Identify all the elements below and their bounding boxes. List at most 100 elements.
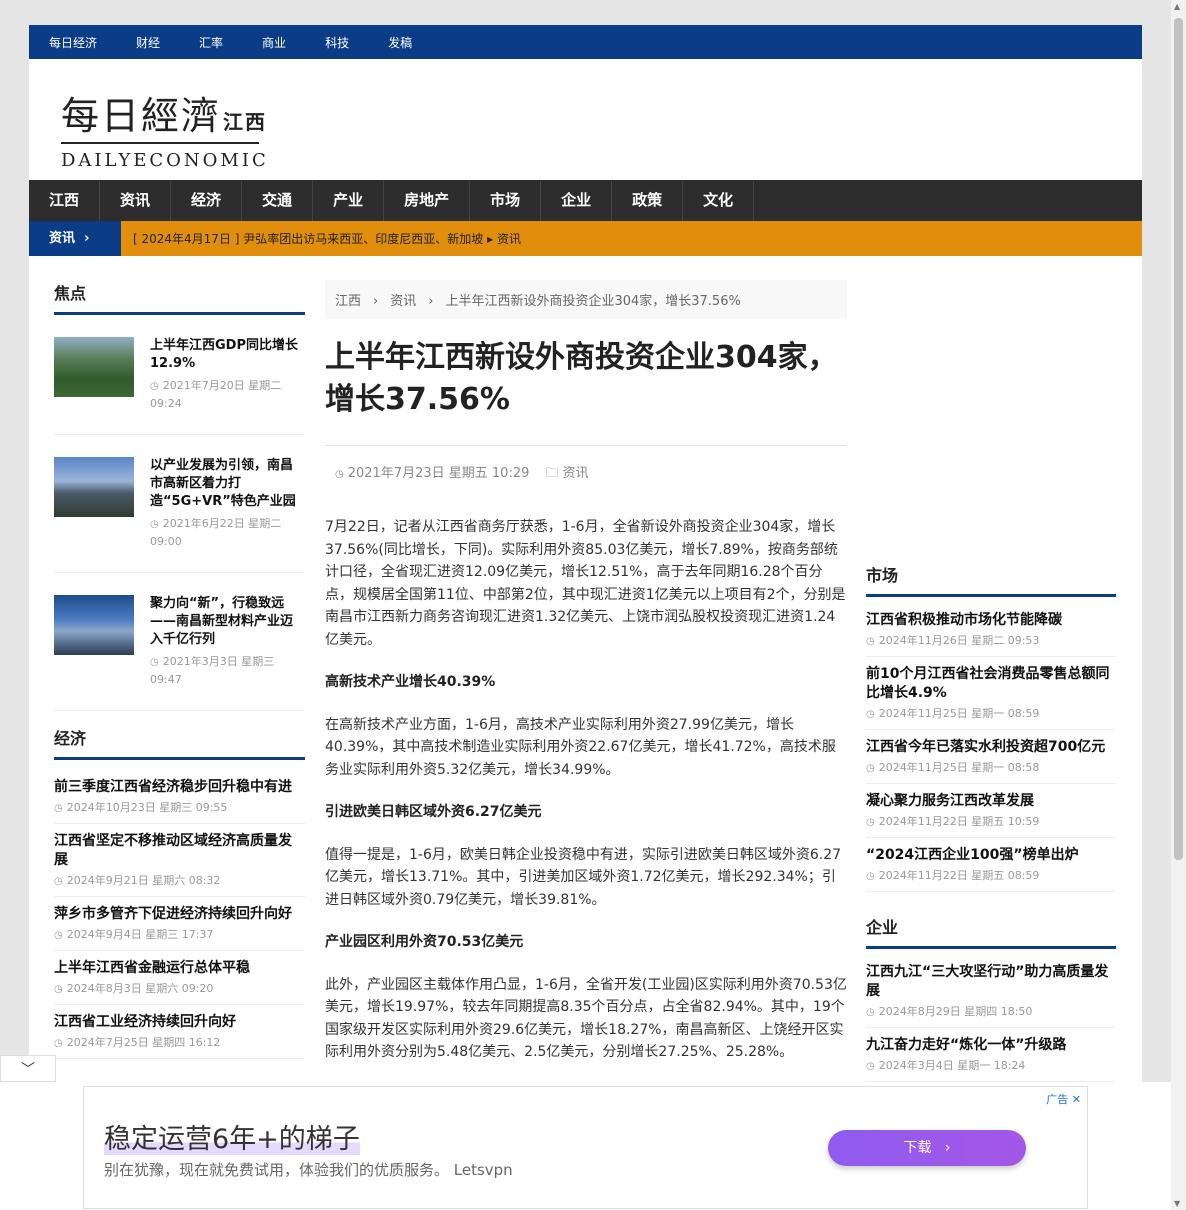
- ad-headline-text[interactable]: 稳定运营6年+的梯子: [104, 1124, 360, 1155]
- top-link-tech[interactable]: 科技: [325, 34, 349, 51]
- focus-meta: ◷ 2021年6月22日 星期二 09:00: [150, 515, 305, 550]
- list-item-time: 2024年11月26日 星期二 09:53: [878, 634, 1040, 647]
- list-item-title[interactable]: 江西省积极推动市场化节能降碳: [866, 611, 1116, 630]
- list-item-title[interactable]: 江西省坚定不移推动区域经济高质量发展: [54, 832, 305, 870]
- ad-subtext[interactable]: 别在犹豫，现在就免费试用，体验我们的优质服务。 Letsvpn: [104, 1159, 513, 1180]
- ticker-label: 资讯 ›: [29, 221, 121, 256]
- list-item[interactable]: 江西省工业经济持续回升向好 ◷ 2024年7月25日 星期四 16:12: [54, 1005, 305, 1059]
- logo-english: DAILYECONOMIC: [61, 150, 269, 171]
- list-item-meta: ◷ 2024年11月22日 星期五 10:59: [866, 813, 1116, 831]
- scroll-down-icon[interactable]: ▼: [1174, 1199, 1180, 1208]
- folder-icon: 🗀: [545, 466, 559, 481]
- page-scrollbar[interactable]: ▲ ▼: [1171, 0, 1186, 1210]
- list-item[interactable]: “2024江西企业100强”榜单出炉 ◷ 2024年11月22日 星期五 08:59: [866, 838, 1116, 892]
- list-item-title[interactable]: “2024江西企业100强”榜单出炉: [866, 846, 1116, 865]
- nav-jiangxi[interactable]: 江西: [29, 180, 101, 221]
- list-item-meta: ◷ 2024年9月21日 星期六 08:32: [54, 872, 305, 890]
- list-item-meta: ◷ 2024年11月26日 星期二 09:53: [866, 632, 1116, 650]
- right-sidebar: 市场 江西省积极推动市场化节能降碳 ◷ 2024年11月26日 星期二 09:53 …: [866, 562, 1116, 1082]
- nav-enterprise[interactable]: 企业: [541, 180, 613, 221]
- focus-title[interactable]: 以产业发展为引领，南昌市高新区着力打造“5G+VR”特色产业园: [150, 457, 305, 511]
- list-item[interactable]: 前三季度江西省经济稳步回升稳中有进 ◷ 2024年10月23日 星期三 09:55: [54, 770, 305, 824]
- list-item-time: 2024年7月25日 星期四 16:12: [66, 1036, 221, 1049]
- top-link-finance[interactable]: 财经: [136, 34, 160, 51]
- list-item-title[interactable]: 前三季度江西省经济稳步回升稳中有进: [54, 778, 305, 797]
- top-link-exchange[interactable]: 汇率: [199, 34, 223, 51]
- list-item[interactable]: 上半年江西省金融运行总体平稳 ◷ 2024年8月3日 星期六 09:20: [54, 951, 305, 1005]
- top-link-submit[interactable]: 发稿: [388, 34, 412, 51]
- focus-thumbnail[interactable]: [54, 457, 134, 517]
- ticker-text[interactable]: [ 2024年4月17日 ] 尹弘率团出访马来西亚、印度尼西亚、新加坡 ▸ 资讯: [121, 230, 521, 247]
- nav-traffic[interactable]: 交通: [242, 180, 314, 221]
- ticker-headline[interactable]: [ 2024年4月17日 ] 尹弘率团出访马来西亚、印度尼西亚、新加坡: [133, 232, 483, 246]
- list-item-title[interactable]: 前10个月江西省社会消费品零售总额同比增长4.9%: [866, 665, 1116, 703]
- list-item-title[interactable]: 江西省今年已落实水利投资超700亿元: [866, 738, 1116, 757]
- clock-icon: ◷: [866, 709, 875, 720]
- list-item[interactable]: 江西省今年已落实水利投资超700亿元 ◷ 2024年11月25日 星期一 08:58: [866, 730, 1116, 784]
- chevron-right-icon: ›: [944, 1140, 951, 1156]
- list-item[interactable]: 江西省积极推动市场化节能降碳 ◷ 2024年11月26日 星期二 09:53: [866, 603, 1116, 657]
- clock-icon: ◷: [866, 763, 875, 774]
- list-item[interactable]: 九江奋力走好“炼化一体”升级路 ◷ 2024年3月4日 星期一 18:24: [866, 1028, 1116, 1082]
- ad-box[interactable]: 广告 ✕ 稳定运营6年+的梯子 别在犹豫，现在就免费试用，体验我们的优质服务。 …: [83, 1086, 1088, 1209]
- breadcrumb-jiangxi[interactable]: 江西: [335, 294, 361, 309]
- nav-industry[interactable]: 产业: [313, 180, 385, 221]
- list-item[interactable]: 江西省坚定不移推动区域经济高质量发展 ◷ 2024年9月21日 星期六 08:32: [54, 824, 305, 897]
- list-item-title[interactable]: 九江奋力走好“炼化一体”升级路: [866, 1036, 1116, 1055]
- focus-item[interactable]: 以产业发展为引领，南昌市高新区着力打造“5G+VR”特色产业园 ◷ 2021年6月…: [54, 435, 305, 573]
- nav-news[interactable]: 资讯: [100, 180, 172, 221]
- close-icon[interactable]: ✕: [1072, 1093, 1081, 1106]
- list-item-title[interactable]: 萍乡市多管齐下促进经济持续回升向好: [54, 905, 305, 924]
- list-item-title[interactable]: 江西省工业经济持续回升向好: [54, 1013, 305, 1032]
- focus-time: 2021年7月20日 星期二 09:24: [150, 379, 282, 410]
- breadcrumb-news[interactable]: 资讯: [390, 294, 416, 309]
- list-item-meta: ◷ 2024年8月29日 星期四 18:50: [866, 1003, 1116, 1021]
- list-item-title[interactable]: 凝心聚力服务江西改革发展: [866, 792, 1116, 811]
- clock-icon: ◷: [54, 1038, 63, 1049]
- focus-title[interactable]: 聚力向“新”，行稳致远——南昌新型材料产业迈入千亿行列: [150, 595, 305, 649]
- scrollbar-thumb[interactable]: [1174, 18, 1183, 860]
- breadcrumb: 江西 › 资讯 › 上半年江西新设外商投资企业304家，增长37.56%: [325, 280, 847, 319]
- ad-download-button[interactable]: 下载 ›: [828, 1130, 1026, 1166]
- ad-collapse-button[interactable]: ﹀: [0, 1055, 56, 1082]
- focus-thumbnail[interactable]: [54, 337, 134, 397]
- chevron-right-icon: ›: [373, 294, 379, 309]
- focus-item[interactable]: 上半年江西GDP同比增长12.9% ◷ 2021年7月20日 星期二 09:24: [54, 315, 305, 435]
- list-item-title[interactable]: 江西九江“三大攻坚行动”助力高质量发展: [866, 963, 1116, 1001]
- list-item-meta: ◷ 2024年11月25日 星期一 08:59: [866, 705, 1116, 723]
- nav-culture[interactable]: 文化: [683, 180, 755, 221]
- list-item-meta: ◷ 2024年9月4日 星期三 17:37: [54, 926, 305, 944]
- list-item[interactable]: 凝心聚力服务江西改革发展 ◷ 2024年11月22日 星期五 10:59: [866, 784, 1116, 838]
- top-link-business[interactable]: 商业: [262, 34, 286, 51]
- list-item[interactable]: 萍乡市多管齐下促进经济持续回升向好 ◷ 2024年9月4日 星期三 17:37: [54, 897, 305, 951]
- ad-tag: 广告 ✕: [1046, 1091, 1081, 1107]
- top-link-daily[interactable]: 每日经济: [49, 34, 97, 51]
- clock-icon: ◷: [54, 803, 63, 814]
- site-logo[interactable]: 每日經濟 江西 DAILYECONOMIC: [61, 85, 269, 171]
- list-item[interactable]: 江西九江“三大攻坚行动”助力高质量发展 ◷ 2024年8月29日 星期四 18:50: [866, 955, 1116, 1028]
- focus-title[interactable]: 上半年江西GDP同比增长12.9%: [150, 337, 305, 373]
- article-meta: ◷ 2021年7月23日 星期五 10:29 🗀 资讯: [325, 445, 847, 496]
- clock-icon: ◷: [866, 871, 875, 882]
- list-item[interactable]: 前10个月江西省社会消费品零售总额同比增长4.9% ◷ 2024年11月25日 星期…: [866, 657, 1116, 730]
- focus-item[interactable]: 聚力向“新”，行稳致远——南昌新型材料产业迈入千亿行列 ◷ 2021年3月3日 星…: [54, 573, 305, 711]
- focus-time: 2021年3月3日 星期三 09:47: [150, 655, 275, 686]
- ad-headline[interactable]: 稳定运营6年+的梯子: [104, 1117, 360, 1156]
- focus-thumbnail[interactable]: [54, 595, 134, 655]
- scroll-up-icon[interactable]: ▲: [1174, 2, 1180, 11]
- clock-icon: ◷: [54, 876, 63, 887]
- clock-icon: ◷: [54, 984, 63, 995]
- clock-icon: ◷: [866, 1007, 875, 1018]
- clock-icon: ◷: [866, 817, 875, 828]
- article-paragraph: 在高新技术产业方面，1-6月，高技术产业实际利用外资27.99亿美元，增长40.…: [325, 716, 836, 778]
- focus-meta: ◷ 2021年7月20日 星期二 09:24: [150, 377, 305, 412]
- ticker-category[interactable]: 资讯: [497, 232, 521, 246]
- nav-policy[interactable]: 政策: [612, 180, 684, 221]
- article-category[interactable]: 资讯: [563, 466, 589, 481]
- list-item-time: 2024年11月22日 星期五 08:59: [878, 869, 1040, 882]
- economy-section-title: 经济: [54, 725, 305, 760]
- nav-economy[interactable]: 经济: [171, 180, 243, 221]
- list-item-title[interactable]: 上半年江西省金融运行总体平稳: [54, 959, 305, 978]
- nav-realestate[interactable]: 房地产: [384, 180, 471, 221]
- nav-market[interactable]: 市场: [470, 180, 542, 221]
